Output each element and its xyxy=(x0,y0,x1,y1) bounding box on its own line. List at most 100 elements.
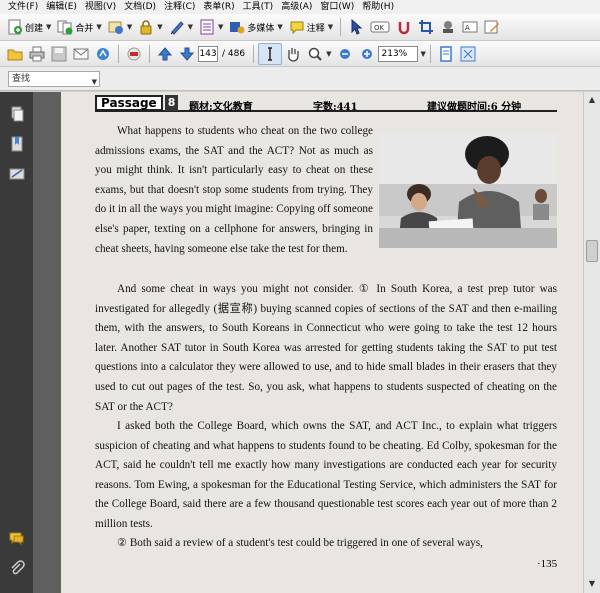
folder-icon xyxy=(7,46,23,62)
zoom-in-button[interactable] xyxy=(356,43,378,65)
menu-advanced[interactable]: 高级(A) xyxy=(277,0,316,14)
menu-forms[interactable]: 表单(R) xyxy=(199,0,238,14)
email-button[interactable] xyxy=(70,43,92,65)
magnifier-icon xyxy=(307,46,323,62)
comments-panel-icon[interactable] xyxy=(9,530,25,546)
chevron-down-icon: ▼ xyxy=(326,49,332,58)
marquee-zoom-button[interactable]: ▼ xyxy=(304,43,334,65)
toolbar-separator xyxy=(253,44,255,63)
chevron-down-icon: ▼ xyxy=(327,23,334,31)
previous-page-button[interactable] xyxy=(154,43,176,65)
zoom-out-button[interactable] xyxy=(334,43,356,65)
redact-button[interactable] xyxy=(123,43,145,65)
save-button[interactable] xyxy=(48,43,70,65)
passage-header: Passage 8 题材:文化教育 字数:441 建议做题时间:6 分钟 xyxy=(95,95,557,113)
paragraph-2: And some cheat in ways you might not con… xyxy=(95,280,557,417)
menu-comments[interactable]: 注释(C) xyxy=(160,0,199,14)
paragraph-3: I asked both the College Board, which ow… xyxy=(95,417,557,535)
find-input[interactable]: 查找 ▼ xyxy=(8,70,100,89)
toolbar-separator xyxy=(118,44,119,63)
create-button[interactable]: 创建 ▼ xyxy=(4,16,54,38)
attach-tool-button[interactable] xyxy=(437,16,459,38)
attachments-panel-icon[interactable] xyxy=(9,560,25,576)
sign-button[interactable]: ▼ xyxy=(166,16,196,38)
students-exam-photo xyxy=(379,132,557,248)
word-count-label: 字数:441 xyxy=(313,102,358,113)
multimedia-button[interactable]: 多媒体 ▼ xyxy=(226,16,285,38)
arrow-up-icon xyxy=(157,46,173,62)
pages-panel-icon[interactable] xyxy=(9,106,25,122)
secure-button[interactable]: ▼ xyxy=(135,16,165,38)
edit-form-button[interactable] xyxy=(481,16,503,38)
zoom-out-icon xyxy=(337,46,353,62)
comment-label: 注释 xyxy=(306,23,325,34)
fit-page-button[interactable] xyxy=(435,43,457,65)
collaborate-icon xyxy=(108,19,124,35)
create-label: 创建 xyxy=(25,23,44,34)
edit-form-icon xyxy=(484,19,500,35)
next-page-button[interactable] xyxy=(176,43,198,65)
forms-button[interactable]: ▼ xyxy=(196,16,226,38)
bookmarks-panel-icon[interactable] xyxy=(9,136,25,152)
suggested-time-label: 建议做题时间:6 分钟 xyxy=(427,102,522,113)
text-field-icon: A xyxy=(462,19,478,35)
ok-button[interactable]: OK xyxy=(367,16,393,38)
print-button[interactable] xyxy=(26,43,48,65)
zoom-in-icon xyxy=(359,46,375,62)
document-viewer[interactable]: Passage 8 题材:文化教育 字数:441 建议做题时间:6 分钟 Wha… xyxy=(33,92,583,593)
select-tool-button[interactable] xyxy=(345,16,367,38)
printed-page-number: ·135 xyxy=(537,558,558,570)
chevron-down-icon: ▼ xyxy=(46,23,52,31)
menu-edit[interactable]: 编辑(E) xyxy=(42,0,81,14)
toolbar-separator xyxy=(340,18,342,36)
menu-tools[interactable]: 工具(T) xyxy=(239,0,278,14)
menu-document[interactable]: 文档(D) xyxy=(120,0,160,14)
crop-icon xyxy=(418,19,434,35)
menu-window[interactable]: 窗口(W) xyxy=(316,0,358,14)
paragraph-3-text: I asked both the College Board, which ow… xyxy=(95,420,557,530)
menu-view[interactable]: 视图(V) xyxy=(81,0,120,14)
scrollbar-thumb[interactable] xyxy=(586,240,598,262)
text-field-button[interactable]: A xyxy=(459,16,481,38)
zoom-dropdown-chevron-icon[interactable]: ▼ xyxy=(420,50,425,58)
hand-tool-button[interactable] xyxy=(282,43,304,65)
menu-file[interactable]: 文件(F) xyxy=(4,0,42,14)
svg-text:OK: OK xyxy=(374,24,385,32)
passage-number: 8 xyxy=(164,95,179,111)
paragraph-2-text: And some cheat in ways you might not con… xyxy=(95,283,557,413)
toolbar-separator xyxy=(429,44,431,63)
lock-icon xyxy=(138,19,154,35)
menu-bar: 文件(F) 编辑(E) 视图(V) 文档(D) 注释(C) 表单(R) 工具(T… xyxy=(0,0,600,14)
combine-button[interactable]: 合并 ▼ xyxy=(54,16,104,38)
toolbar-separator xyxy=(149,44,150,63)
text-select-button[interactable] xyxy=(258,42,283,65)
toolbar-navigation: 143 / 486 ▼ 213% ▼ xyxy=(0,41,600,67)
hand-icon xyxy=(285,46,301,62)
scroll-up-arrow-icon[interactable]: ▲ xyxy=(586,94,598,106)
vertical-scrollbar[interactable]: ▲ ▼ xyxy=(583,92,600,593)
paragraph-4: ② Both said a review of a student's test… xyxy=(95,534,557,554)
link-tool-button[interactable] xyxy=(393,16,415,38)
crop-tool-button[interactable] xyxy=(415,16,437,38)
chevron-down-icon: ▼ xyxy=(187,23,193,31)
chevron-down-icon[interactable]: ▼ xyxy=(92,75,97,89)
cursor-arrow-icon xyxy=(348,18,364,35)
chevron-down-icon: ▼ xyxy=(157,23,163,31)
arrow-down-icon xyxy=(179,46,195,62)
paragraph-1: What happens to students who cheat on th… xyxy=(95,122,373,259)
scroll-down-arrow-icon[interactable]: ▼ xyxy=(586,578,598,590)
pen-icon xyxy=(169,19,185,35)
full-screen-button[interactable] xyxy=(457,43,479,65)
signatures-panel-icon[interactable] xyxy=(9,166,25,182)
open-button[interactable] xyxy=(4,43,26,65)
menu-help[interactable]: 帮助(H) xyxy=(358,0,398,14)
zoom-level-input[interactable]: 213% xyxy=(378,45,419,62)
collaborate-button[interactable]: ▼ xyxy=(105,16,135,38)
comment-button[interactable]: 注释 ▼ xyxy=(286,16,336,38)
find-placeholder: 查找 xyxy=(12,73,31,84)
page-number-input[interactable]: 143 xyxy=(198,45,218,62)
redact-icon xyxy=(126,46,142,62)
disk-icon xyxy=(51,46,67,62)
page-count-label: / 486 xyxy=(222,48,246,59)
share-button[interactable] xyxy=(92,43,114,65)
